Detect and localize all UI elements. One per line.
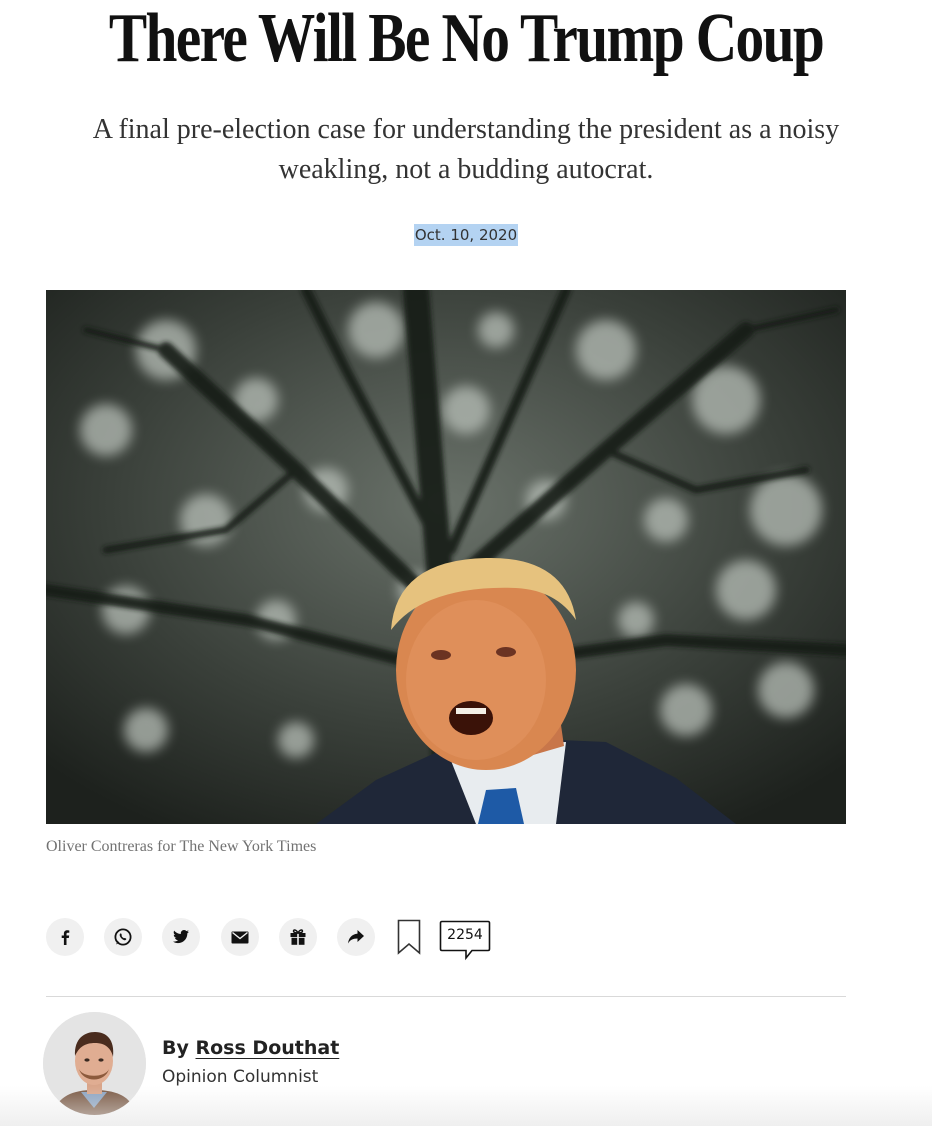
article-summary: A final pre-election case for understand… xyxy=(92,114,840,185)
byline-prefix: By xyxy=(162,1037,189,1059)
section-divider xyxy=(46,996,846,997)
email-icon xyxy=(231,931,249,943)
gift-article-button[interactable] xyxy=(279,918,317,956)
gift-icon xyxy=(290,929,306,945)
byline: By Ross Douthat xyxy=(162,1037,339,1059)
whatsapp-icon xyxy=(114,928,132,946)
bottom-fade-overlay xyxy=(0,1086,932,1126)
bookmark-icon xyxy=(397,919,421,955)
author-name-link[interactable]: Ross Douthat xyxy=(196,1037,340,1059)
twitter-share-button[interactable] xyxy=(162,918,200,956)
whatsapp-share-button[interactable] xyxy=(104,918,142,956)
share-toolbar: 2254 xyxy=(46,916,846,961)
author-role: Opinion Columnist xyxy=(162,1067,319,1087)
share-arrow-icon xyxy=(348,930,364,944)
comment-count[interactable]: 2254 xyxy=(441,922,489,949)
photo-credit: Oliver Contreras for The New York Times xyxy=(46,838,317,855)
email-share-button[interactable] xyxy=(221,918,259,956)
publish-date: Oct. 10, 2020 xyxy=(413,224,519,246)
dateline-container: Oct. 10, 2020 xyxy=(0,224,932,246)
more-share-button[interactable] xyxy=(337,918,375,956)
author-avatar[interactable] xyxy=(43,1012,146,1115)
save-bookmark-button[interactable] xyxy=(397,919,421,960)
facebook-icon xyxy=(61,930,70,945)
lead-photo xyxy=(46,290,846,824)
facebook-share-button[interactable] xyxy=(46,918,84,956)
article-headline: There Will Be No Trump Coup xyxy=(108,0,825,77)
twitter-icon xyxy=(173,930,189,944)
